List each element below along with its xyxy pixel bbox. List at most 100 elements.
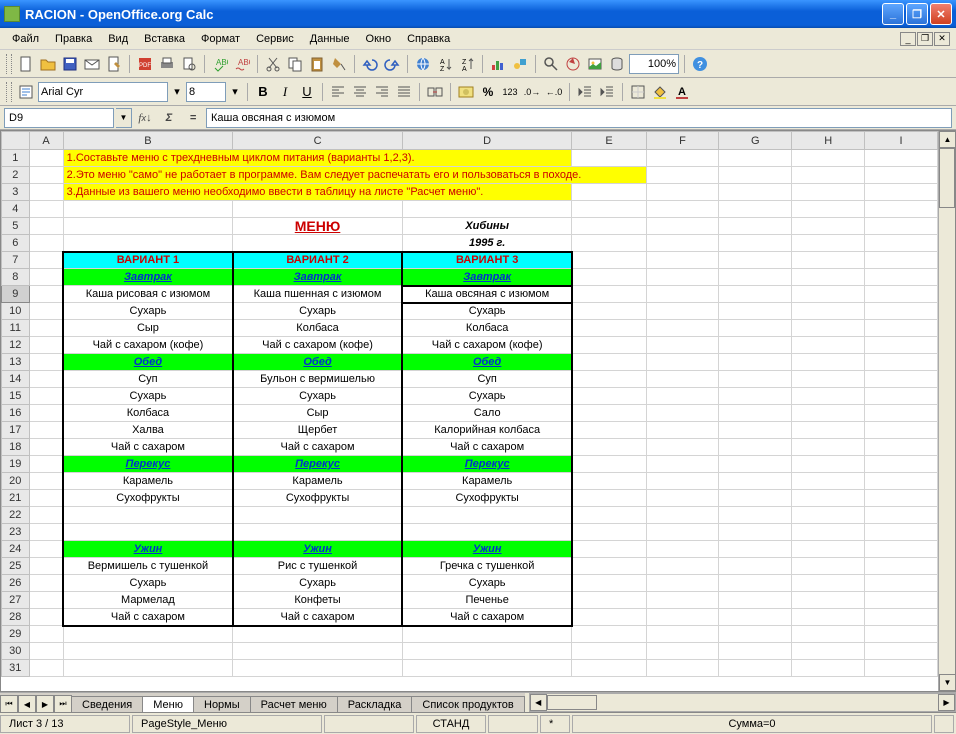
col-header[interactable]: I (865, 132, 938, 150)
find-icon[interactable] (541, 54, 561, 74)
instruction-cell[interactable]: 3.Данные из вашего меню необходимо ввест… (63, 184, 572, 201)
menu-title-cell[interactable]: МЕНЮ (233, 218, 403, 235)
row-header[interactable]: 15 (2, 388, 30, 405)
variant-header[interactable]: ВАРИАНТ 3 (402, 252, 572, 269)
cell-reference-box[interactable]: D9 (4, 108, 114, 128)
data-cell[interactable]: Конфеты (233, 592, 403, 609)
paste-icon[interactable] (307, 54, 327, 74)
row-header[interactable]: 21 (2, 490, 30, 507)
pdf-export-icon[interactable]: PDF (135, 54, 155, 74)
row-header[interactable]: 8 (2, 269, 30, 286)
auto-spellcheck-icon[interactable]: ABC (232, 54, 252, 74)
data-cell[interactable]: Чай с сахаром (233, 439, 403, 456)
row-header-selected[interactable]: 9 (2, 286, 30, 303)
row-header[interactable]: 12 (2, 337, 30, 354)
undo-icon[interactable] (360, 54, 380, 74)
next-tab-icon[interactable]: ▶ (36, 695, 54, 713)
menu-data[interactable]: Данные (302, 31, 358, 47)
toolbar-grip[interactable] (6, 54, 12, 74)
data-cell[interactable]: Суп (402, 371, 572, 388)
data-cell[interactable]: Чай с сахаром (кофе) (402, 337, 572, 354)
data-cell[interactable]: Сухофрукты (63, 490, 233, 507)
meal-header[interactable]: Обед (63, 354, 233, 371)
row-header[interactable]: 1 (2, 150, 30, 167)
doc-restore-button[interactable]: ❐ (917, 32, 933, 46)
data-cell[interactable]: Вермишель с тушенкой (63, 558, 233, 575)
data-cell[interactable]: Суп (63, 371, 233, 388)
menu-help[interactable]: Справка (399, 31, 458, 47)
data-cell[interactable] (63, 524, 233, 541)
sort-asc-icon[interactable]: AZ (435, 54, 455, 74)
new-icon[interactable] (16, 54, 36, 74)
row-header[interactable]: 10 (2, 303, 30, 320)
data-cell[interactable] (63, 507, 233, 524)
row-header[interactable]: 24 (2, 541, 30, 558)
function-equals-icon[interactable]: = (182, 109, 204, 127)
sheet-tab[interactable]: Список продуктов (411, 696, 524, 713)
data-cell[interactable]: Мармелад (63, 592, 233, 609)
redo-icon[interactable] (382, 54, 402, 74)
last-tab-icon[interactable]: ⏭ (54, 695, 72, 713)
row-header[interactable]: 13 (2, 354, 30, 371)
dropdown-icon[interactable]: ▾ (170, 82, 184, 102)
bg-color-icon[interactable] (650, 82, 670, 102)
location-cell[interactable]: Хибины (402, 218, 572, 235)
sheet-tab-active[interactable]: Меню (142, 696, 194, 713)
cell-ref-dropdown-icon[interactable]: ▼ (116, 108, 132, 128)
row-header[interactable]: 11 (2, 320, 30, 337)
italic-icon[interactable]: I (275, 82, 295, 102)
sum-icon[interactable]: Σ (158, 109, 180, 127)
zoom-combo[interactable] (629, 54, 679, 74)
doc-minimize-button[interactable]: _ (900, 32, 916, 46)
data-cell[interactable]: Чай с сахаром (63, 609, 233, 626)
scroll-down-icon[interactable]: ▼ (939, 674, 956, 691)
data-cell[interactable]: Сухарь (63, 388, 233, 405)
toolbar-grip[interactable] (6, 82, 12, 102)
data-cell[interactable]: Чай с сахаром (63, 439, 233, 456)
decrease-indent-icon[interactable] (575, 82, 595, 102)
data-cell[interactable]: Печенье (402, 592, 572, 609)
col-header[interactable]: H (792, 132, 865, 150)
align-left-icon[interactable] (328, 82, 348, 102)
data-cell[interactable]: Карамель (63, 473, 233, 490)
row-header[interactable]: 30 (2, 643, 30, 660)
meal-header[interactable]: Завтрак (233, 269, 403, 286)
print-preview-icon[interactable] (179, 54, 199, 74)
sheet-tab[interactable]: Раскладка (337, 696, 413, 713)
meal-header[interactable]: Ужин (233, 541, 403, 558)
gallery-icon[interactable] (585, 54, 605, 74)
menu-tools[interactable]: Сервис (248, 31, 302, 47)
font-size-combo[interactable] (186, 82, 226, 102)
scroll-left-icon[interactable]: ◀ (530, 694, 547, 711)
data-cell[interactable]: Сухарь (402, 388, 572, 405)
minimize-button[interactable]: _ (882, 3, 904, 25)
remove-decimal-icon[interactable]: ←.0 (544, 82, 564, 102)
data-cell[interactable]: Бульон с вермишелью (233, 371, 403, 388)
grid-scroll-area[interactable]: A B C D E F G H I 11.Составьте меню с тр… (1, 131, 938, 691)
menu-view[interactable]: Вид (100, 31, 136, 47)
bold-icon[interactable]: B (253, 82, 273, 102)
row-header[interactable]: 2 (2, 167, 30, 184)
menu-edit[interactable]: Правка (47, 31, 100, 47)
row-header[interactable]: 18 (2, 439, 30, 456)
data-cell[interactable]: Рис с тушенкой (233, 558, 403, 575)
instruction-cell[interactable]: 1.Составьте меню с трехдневным циклом пи… (63, 150, 572, 167)
scroll-up-icon[interactable]: ▲ (939, 131, 956, 148)
sheet-tab[interactable]: Расчет меню (250, 696, 338, 713)
menu-file[interactable]: Файл (4, 31, 47, 47)
row-header[interactable]: 14 (2, 371, 30, 388)
data-cell[interactable]: Сухарь (63, 575, 233, 592)
col-header[interactable]: C (233, 132, 403, 150)
horizontal-scrollbar[interactable]: ◀ ▶ (529, 693, 956, 712)
formula-input[interactable]: Каша овсяная с изюмом (206, 108, 952, 128)
variant-header[interactable]: ВАРИАНТ 2 (233, 252, 403, 269)
instruction-cell[interactable]: 2.Это меню "само" не работает в программ… (63, 167, 646, 184)
hyperlink-icon[interactable] (413, 54, 433, 74)
meal-header[interactable]: Перекус (402, 456, 572, 473)
print-icon[interactable] (157, 54, 177, 74)
row-header[interactable]: 20 (2, 473, 30, 490)
data-cell[interactable]: Чай с сахаром (кофе) (63, 337, 233, 354)
data-cell[interactable]: Сыр (63, 320, 233, 337)
data-cell[interactable]: Сухарь (402, 303, 572, 320)
row-header[interactable]: 25 (2, 558, 30, 575)
